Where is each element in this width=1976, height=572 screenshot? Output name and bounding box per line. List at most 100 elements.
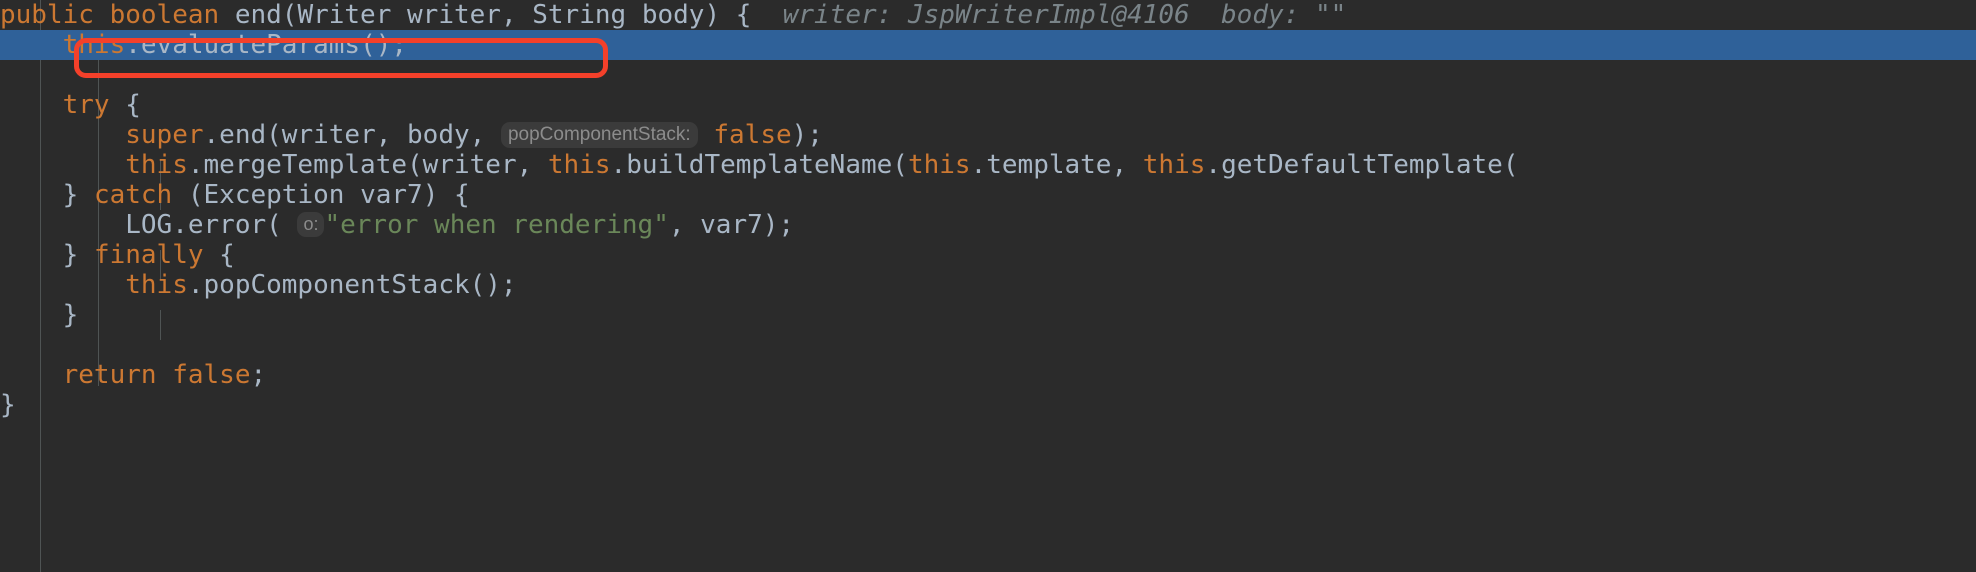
token-ident: buildTemplateName [626,150,893,180]
token-punct: ( [1502,150,1519,180]
token-kw: public [0,0,94,30]
line-super-end[interactable]: super.end(writer, body, popComponentStac… [0,120,1976,150]
token-kw: finally [93,240,204,270]
token-punct: ) { [704,0,752,30]
token-punct: ( [266,120,282,150]
token-punct: ( [187,180,204,210]
code-line-text: this.evaluateParams(); [0,30,407,60]
code-text-area[interactable]: public boolean end(Writer writer, String… [0,0,1976,420]
code-line-text: this.mergeTemplate(writer, this.buildTem… [0,150,1518,180]
line-merge-template[interactable]: this.mergeTemplate(writer, this.buildTem… [0,150,1976,180]
token-ident: getDefaultTemplate [1221,150,1503,180]
code-line-text: try { [0,90,141,120]
token-ident: end [219,120,267,150]
token-punct: , [668,210,701,240]
token-ident: end [234,0,282,30]
code-line-text: } finally { [0,240,235,270]
token-punct: } [62,300,79,330]
code-line-text: public boolean end(Writer writer, String… [0,0,1346,30]
parameter-hint-badge[interactable]: o: [297,212,325,237]
token-punct: , [516,150,548,180]
token-kw: false [172,360,251,390]
token-ident: LOG [125,210,173,240]
token-punct: , [1111,150,1143,180]
token-kw: false [713,120,792,150]
token-str: "error when rendering" [324,210,669,240]
token-punct: { [219,240,235,270]
token-kw: return [62,360,157,390]
token-punct: (); [469,270,517,300]
token-punct: . [1205,150,1222,180]
token-punct: ( [266,210,298,240]
code-line-text: } [0,390,16,420]
inline-value-hint: writer: JspWriterImpl@4106 [782,0,1190,30]
line-log-error[interactable]: LOG.error( o: "error when rendering", var… [0,210,1976,240]
token-punct: . [203,120,220,150]
token-ident: mergeTemplate [203,150,408,180]
token-ident: Writer writer [297,0,501,30]
token-ident: var7 [700,210,763,240]
token-punct: , [375,120,408,150]
token-ident: Exception var7 [203,180,423,210]
token-punct: } [0,390,16,420]
line-catch[interactable]: } catch (Exception var7) { [0,180,1976,210]
token-kw: try [62,90,110,120]
token-punct: { [125,90,141,120]
token-ident: popComponentStack [203,270,470,300]
token-ident: template [986,150,1112,180]
code-line-text: super.end(writer, body, popComponentStac… [0,120,823,150]
token-punct: } [62,180,94,210]
token-punct: . [187,270,204,300]
line-blank-2[interactable] [0,330,1976,360]
code-editor[interactable]: public boolean end(Writer writer, String… [0,0,1976,572]
token-punct: ) { [422,180,470,210]
code-line-text: this.popComponentStack(); [0,270,517,300]
line-pop-component-stack[interactable]: this.popComponentStack(); [0,270,1976,300]
token-kw: super [125,120,204,150]
token-ident: body [407,120,470,150]
token-punct: . [187,150,204,180]
line-close-try[interactable]: } [0,300,1976,330]
token-punct: ( [407,150,423,180]
token-kw: this [62,30,126,60]
parameter-hint-badge[interactable]: popComponentStack: [500,122,698,148]
line-signature[interactable]: public boolean end(Writer writer, String… [0,0,1976,30]
token-punct: ); [762,210,795,240]
inline-value-hint: body: "" [1221,0,1347,30]
line-finally[interactable]: } finally { [0,240,1976,270]
token-kw: this [125,150,188,180]
token-punct: ( [281,0,298,30]
code-line-text: return false; [0,360,267,390]
code-line-text: LOG.error( o: "error when rendering", var… [0,210,794,240]
token-punct: ; [250,360,267,390]
token-ident: evaluateParams [140,30,361,60]
line-return[interactable]: return false; [0,360,1976,390]
token-punct: } [62,240,94,270]
line-blank-1[interactable] [0,60,1976,90]
token-punct: . [610,150,627,180]
token-punct: , [469,120,501,150]
token-kw: this [547,150,611,180]
line-close-method[interactable]: } [0,390,1976,420]
token-ident: error [187,210,267,240]
line-try[interactable]: try { [0,90,1976,120]
token-kw: catch [93,180,173,210]
token-kw: this [907,150,971,180]
line-evaluate-params[interactable]: this.evaluateParams(); [0,30,1976,60]
